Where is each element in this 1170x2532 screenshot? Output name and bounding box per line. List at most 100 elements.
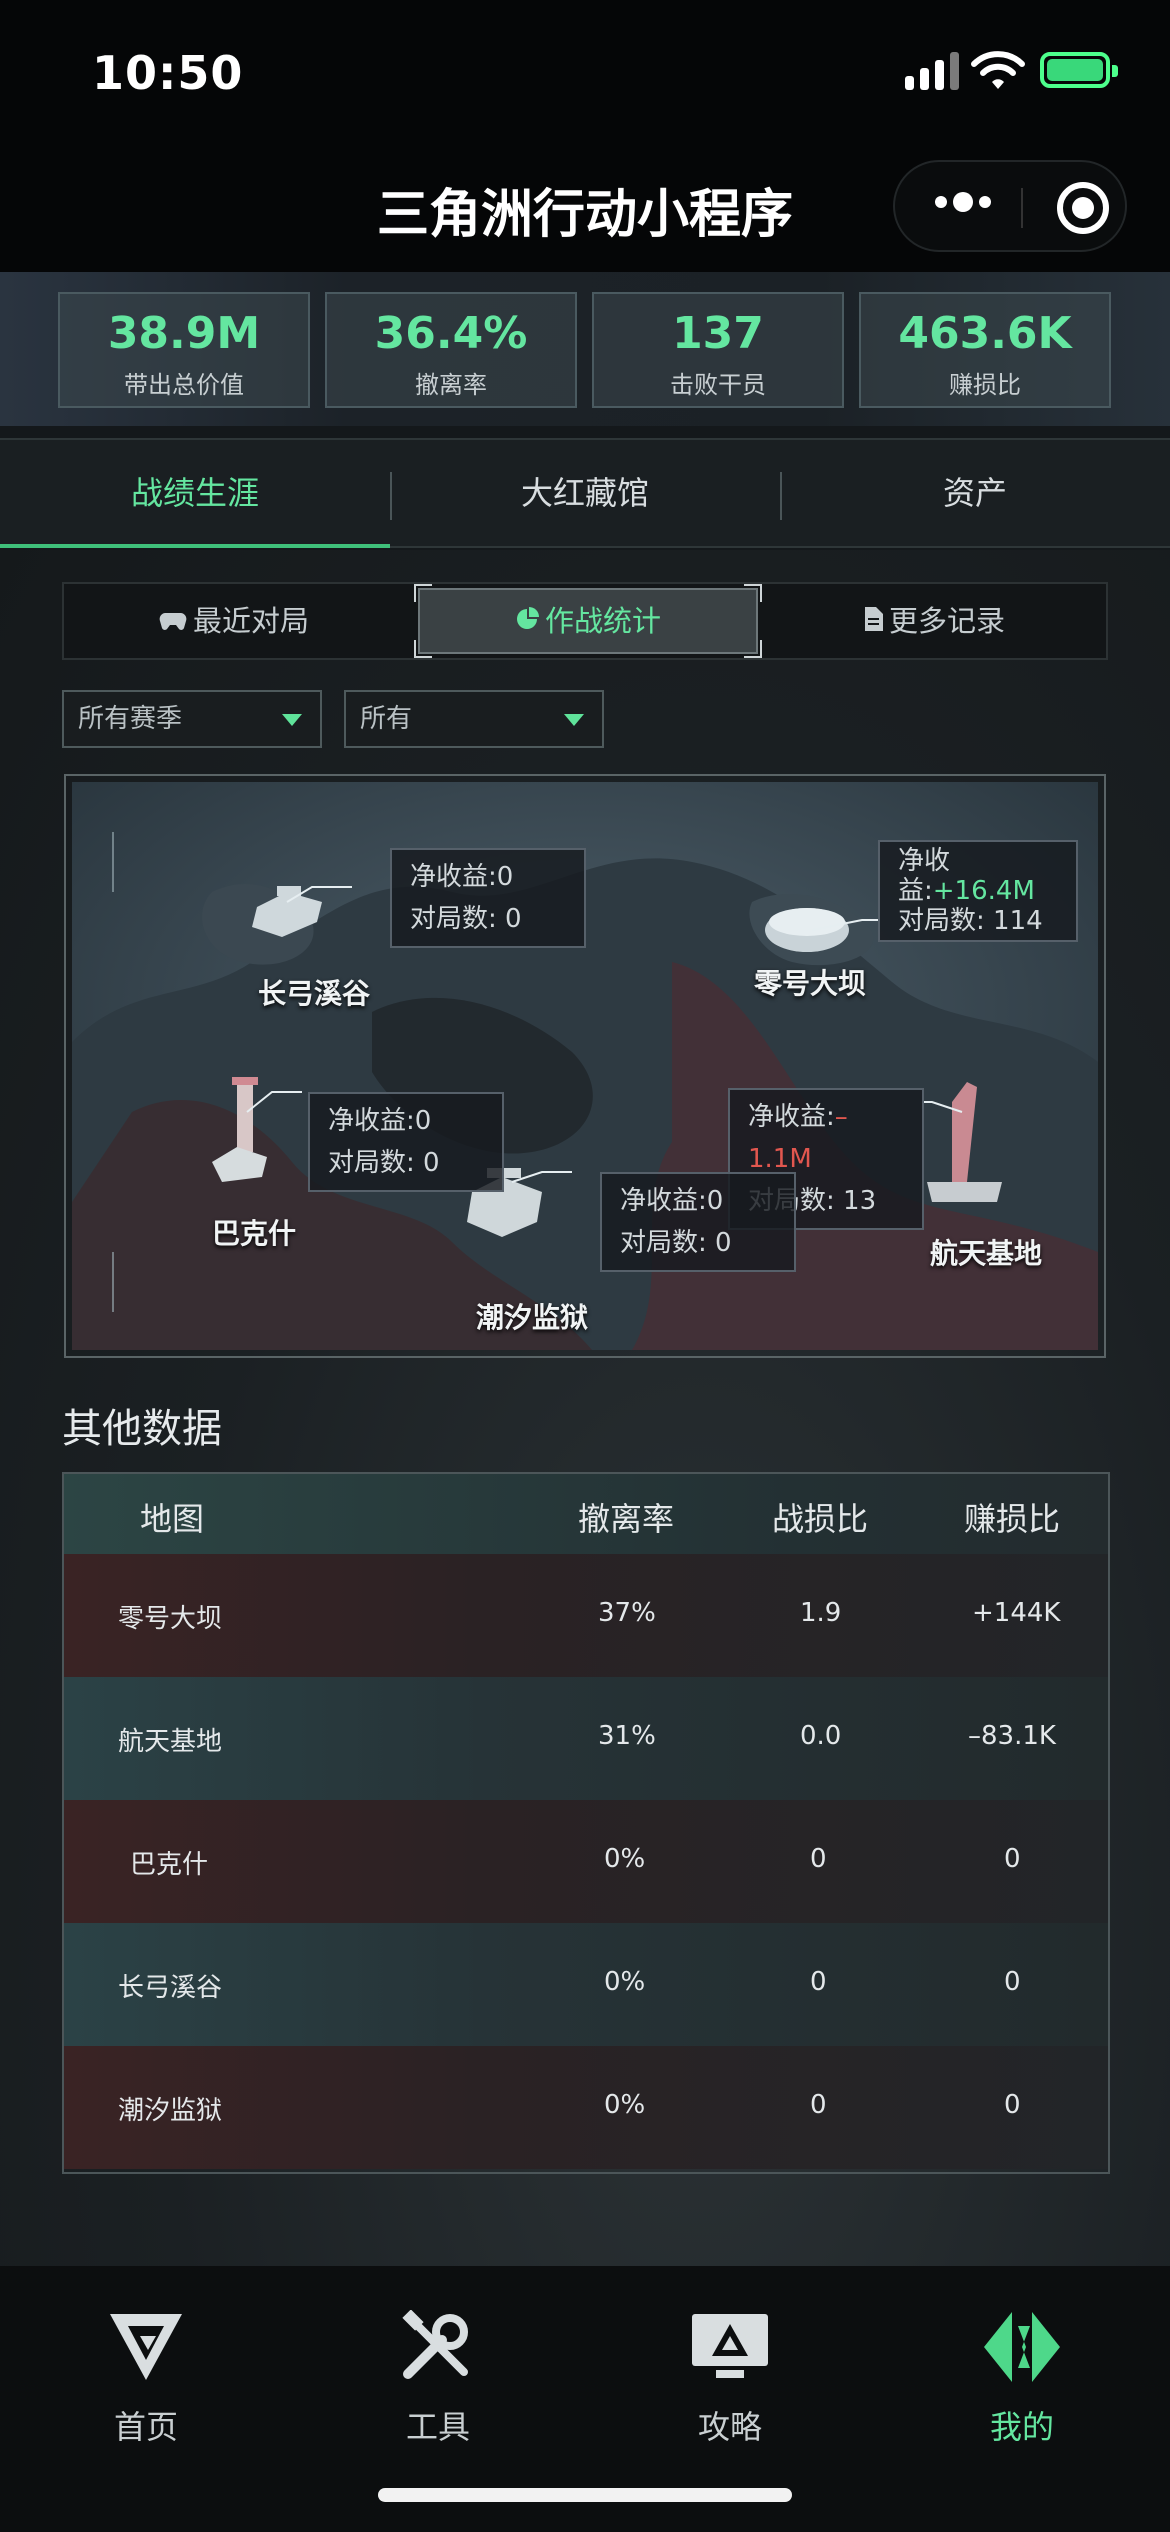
map-label-bakeshi[interactable]: 巴克什	[212, 1212, 296, 1252]
cell-kd: 0	[810, 2090, 827, 2120]
mode-dropdown[interactable]: 所有	[344, 690, 604, 748]
map-label-linghao[interactable]: 零号大坝	[754, 962, 866, 1002]
nav-label: 工具	[405, 2408, 470, 2446]
cell-kd: 0	[810, 1967, 827, 1997]
matches-value: 13	[843, 1186, 877, 1216]
table-header: 地图 撤离率 战损比 赚损比	[64, 1474, 1108, 1554]
nav-guides[interactable]: 攻略	[630, 2310, 830, 2448]
monitor-guide-icon	[692, 2314, 768, 2378]
season-dropdown[interactable]: 所有赛季	[62, 690, 322, 748]
cell-map: 巴克什	[130, 1850, 209, 1880]
stat-label: 赚损比	[949, 371, 1021, 399]
tab-career[interactable]: 战绩生涯	[0, 440, 390, 548]
signal-icon	[905, 50, 959, 90]
mini-program-capsule	[893, 160, 1127, 252]
map-label-chaoxi[interactable]: 潮汐监狱	[476, 1296, 588, 1336]
matches-label: 对局数:	[328, 1148, 424, 1178]
callout-linghao: 净收 益:+16.4M 对局数: 114	[878, 840, 1078, 942]
tab-assets[interactable]: 资产	[780, 440, 1170, 546]
home-indicator[interactable]	[378, 2488, 792, 2502]
cell-map: 潮汐监狱	[118, 2096, 223, 2126]
stats-panel: 38.9M 带出总价值 36.4% 撤离率 137 击败干员 463.6K 赚损…	[0, 272, 1170, 426]
cell-rate: 31%	[598, 1721, 656, 1751]
cell-ratio: 0	[1004, 1844, 1021, 1874]
nav-label: 我的	[989, 2408, 1054, 2446]
column-header-map: 地图	[140, 1500, 205, 1538]
sub-tabs: 最近对局 作战统计 更多记录	[62, 582, 1108, 660]
matches-value: 0	[505, 904, 522, 934]
table-row[interactable]: 潮汐监狱 0% 0 0	[64, 2046, 1108, 2169]
season-value: 所有赛季	[78, 704, 183, 734]
matches-label: 对局数:	[898, 906, 994, 936]
matches-label: 对局数:	[620, 1228, 716, 1258]
stat-card-value: 38.9M 带出总价值	[58, 292, 310, 408]
callout-chaoxi: 净收益:0 对局数: 0	[600, 1172, 796, 1272]
nav-tools[interactable]: 工具	[338, 2309, 538, 2448]
subtab-more-records[interactable]: 更多记录	[764, 584, 1104, 658]
table-row[interactable]: 巴克什 0% 0 0	[64, 1800, 1108, 1923]
income-label: 净收	[898, 846, 951, 876]
subtab-recent-matches[interactable]: 最近对局	[64, 584, 404, 658]
stat-label: 击败干员	[670, 371, 766, 399]
subtab-label: 作战统计	[544, 604, 661, 638]
column-header-kd: 战损比	[772, 1500, 869, 1538]
nav-home[interactable]: 首页	[46, 2310, 246, 2448]
nav-label: 攻略	[697, 2408, 762, 2446]
table-row[interactable]: 航天基地 31% 0.0 –83.1K	[64, 1677, 1108, 1800]
matches-label: 对局数:	[410, 904, 506, 934]
matches-value: 0	[715, 1228, 732, 1258]
cell-map: 航天基地	[118, 1727, 223, 1757]
nav-profile[interactable]: 我的	[922, 2310, 1122, 2448]
income-label: 净收益:	[748, 1102, 835, 1132]
wifi-icon	[971, 51, 1025, 89]
cell-rate: 0%	[604, 1967, 646, 1997]
map-label-hangtian[interactable]: 航天基地	[930, 1232, 1042, 1272]
cell-rate: 37%	[598, 1598, 656, 1628]
cell-map: 零号大坝	[118, 1604, 223, 1634]
gamepad-icon	[159, 586, 187, 660]
tab-collection[interactable]: 大红藏馆	[390, 440, 780, 546]
callout-bakeshi: 净收益:0 对局数: 0	[308, 1092, 504, 1192]
income-label: 净收益:	[620, 1186, 707, 1216]
tools-icon	[402, 2309, 468, 2379]
cell-rate: 0%	[604, 1844, 646, 1874]
income-value: 0	[414, 1106, 432, 1136]
stat-value: 463.6K	[898, 308, 1072, 359]
column-header-extract-rate: 撤离率	[578, 1500, 675, 1538]
section-title-other-data: 其他数据	[62, 1406, 222, 1452]
income-label-cont: 益:	[898, 876, 933, 906]
matches-value: 114	[993, 906, 1043, 936]
chevron-down-icon	[564, 714, 584, 726]
stat-value: 137	[672, 308, 764, 359]
cell-kd: 0	[810, 1844, 827, 1874]
callout-changgong: 净收益:0 对局数: 0	[390, 848, 586, 948]
subtab-label: 最近对局	[192, 604, 309, 638]
chevron-down-icon	[282, 714, 302, 726]
stat-label: 带出总价值	[124, 371, 244, 399]
map-label-changgong[interactable]: 长弓溪谷	[258, 972, 370, 1012]
cell-ratio: 0	[1004, 2090, 1021, 2120]
income-label: 净收益:	[410, 862, 497, 892]
close-target-icon[interactable]	[1057, 182, 1109, 234]
mode-value: 所有	[360, 704, 413, 734]
stat-card-profit-ratio: 463.6K 赚损比	[859, 292, 1111, 408]
cell-rate: 0%	[604, 2090, 646, 2120]
income-value: 0	[706, 1186, 724, 1216]
cell-ratio: 0	[1004, 1967, 1021, 1997]
table-row[interactable]: 长弓溪谷 0% 0 0	[64, 1923, 1108, 2046]
document-icon	[863, 586, 883, 660]
subtab-combat-stats[interactable]: 作战统计	[414, 584, 762, 658]
column-header-profit-ratio: 赚损比	[964, 1500, 1061, 1538]
table-row[interactable]: 零号大坝 37% 1.9 +144K	[64, 1554, 1108, 1677]
stat-value: 38.9M	[107, 308, 261, 359]
cell-ratio: +144K	[972, 1598, 1061, 1628]
map-view: 长弓溪谷 净收益:0 对局数: 0 零号大坝 净收 益:+16.4M 对局数: …	[72, 782, 1098, 1350]
top-bar: 10:50 三角洲行动小程序	[0, 0, 1170, 272]
matches-value: 0	[423, 1148, 440, 1178]
stat-card-extract-rate: 36.4% 撤离率	[325, 292, 577, 408]
stat-label: 撤离率	[415, 371, 487, 399]
main-tabs: 战绩生涯 大红藏馆 资产	[0, 438, 1170, 548]
nav-label: 首页	[113, 2408, 178, 2446]
cell-kd: 0.0	[800, 1721, 842, 1751]
more-icon[interactable]	[935, 192, 991, 212]
